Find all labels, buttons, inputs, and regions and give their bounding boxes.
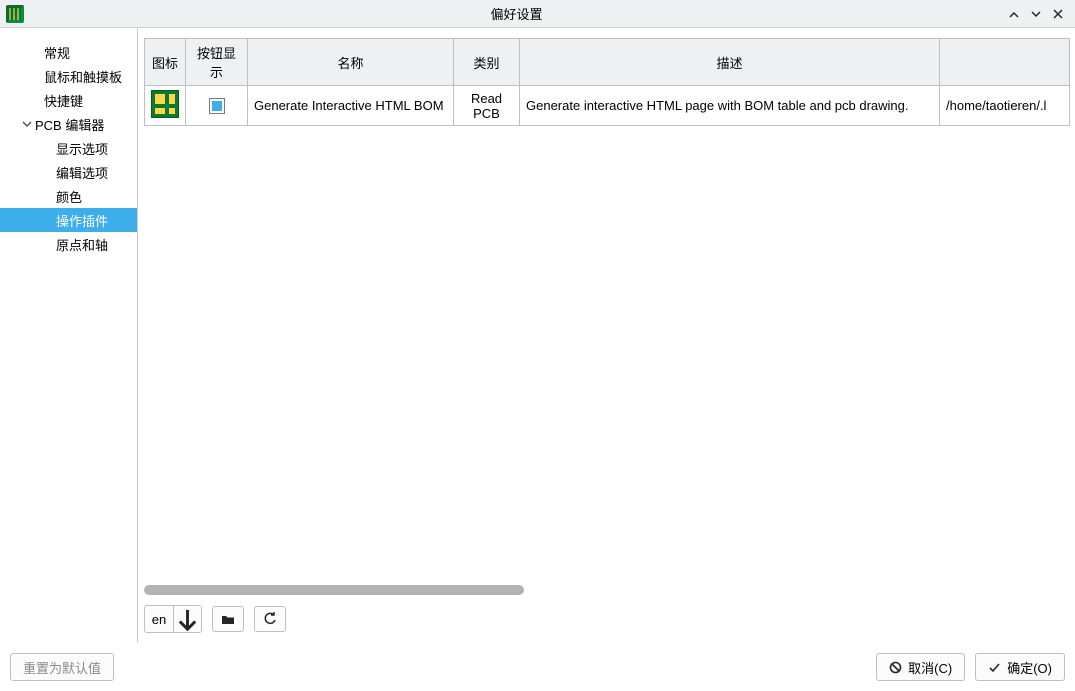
chevron-down-icon bbox=[19, 119, 35, 129]
sidebar-item-label: 鼠标和触摸板 bbox=[44, 67, 122, 86]
sidebar-item-hotkeys[interactable]: 快捷键 bbox=[0, 88, 137, 112]
col-path[interactable] bbox=[940, 39, 1070, 86]
col-category[interactable]: 类别 bbox=[454, 39, 520, 86]
sidebar-item-colors[interactable]: 颜色 bbox=[0, 184, 137, 208]
sidebar-item-action-plugins[interactable]: 操作插件 bbox=[0, 208, 137, 232]
ok-button[interactable]: 确定(O) bbox=[975, 653, 1065, 681]
right-pane: 图标 按钮显示 名称 类别 描述 Generate Interactive HT… bbox=[138, 28, 1075, 643]
cell-button-show[interactable] bbox=[186, 86, 248, 126]
window-title: 偏好设置 bbox=[30, 4, 1003, 23]
plugin-icon bbox=[151, 90, 179, 118]
plugin-toolbar: en bbox=[138, 603, 1075, 643]
button-label: 确定(O) bbox=[1007, 658, 1052, 677]
sidebar-item-edit-options[interactable]: 编辑选项 bbox=[0, 160, 137, 184]
cell-category: Read PCB bbox=[454, 86, 520, 126]
sidebar-item-label: 操作插件 bbox=[56, 211, 108, 230]
horizontal-scrollbar[interactable] bbox=[144, 583, 1069, 597]
sidebar-item-general[interactable]: 常规 bbox=[0, 40, 137, 64]
sidebar-item-label: 快捷键 bbox=[44, 91, 83, 110]
maximize-button[interactable] bbox=[1025, 3, 1047, 25]
sidebar: 常规 鼠标和触摸板 快捷键 PCB 编辑器 显示选项 编辑选项 颜色 操作插件 … bbox=[0, 28, 138, 643]
sidebar-item-label: PCB 编辑器 bbox=[35, 115, 104, 134]
scrollbar-thumb[interactable] bbox=[144, 585, 524, 595]
table-header-row: 图标 按钮显示 名称 类别 描述 bbox=[145, 39, 1070, 86]
reset-defaults-button[interactable]: 重置为默认值 bbox=[10, 653, 114, 681]
sidebar-section-pcb-editor[interactable]: PCB 编辑器 bbox=[0, 112, 137, 136]
col-icon[interactable]: 图标 bbox=[145, 39, 186, 86]
lang-button[interactable]: en bbox=[145, 606, 173, 632]
move-segment: en bbox=[144, 605, 202, 633]
checkbox-fill bbox=[212, 101, 222, 111]
cell-path: /home/taotieren/.l bbox=[940, 86, 1070, 126]
sidebar-item-label: 编辑选项 bbox=[56, 163, 108, 182]
minimize-button[interactable] bbox=[1003, 3, 1025, 25]
open-folder-button[interactable] bbox=[212, 606, 244, 632]
sidebar-item-label: 颜色 bbox=[56, 187, 82, 206]
button-label: 重置为默认值 bbox=[23, 658, 101, 677]
refresh-button[interactable] bbox=[254, 606, 286, 632]
plugin-table-wrap: 图标 按钮显示 名称 类别 描述 Generate Interactive HT… bbox=[138, 28, 1075, 583]
close-button[interactable] bbox=[1047, 3, 1069, 25]
check-icon bbox=[988, 661, 1001, 674]
cell-icon bbox=[145, 86, 186, 126]
button-label: 取消(C) bbox=[908, 658, 952, 677]
sidebar-item-mouse[interactable]: 鼠标和触摸板 bbox=[0, 64, 137, 88]
col-name[interactable]: 名称 bbox=[248, 39, 454, 86]
cell-name: Generate Interactive HTML BOM bbox=[248, 86, 454, 126]
titlebar: 偏好设置 bbox=[0, 0, 1075, 28]
cell-description: Generate interactive HTML page with BOM … bbox=[520, 86, 940, 126]
table-row[interactable]: Generate Interactive HTML BOM Read PCB G… bbox=[145, 86, 1070, 126]
cancel-button[interactable]: 取消(C) bbox=[876, 653, 965, 681]
main-area: 常规 鼠标和触摸板 快捷键 PCB 编辑器 显示选项 编辑选项 颜色 操作插件 … bbox=[0, 28, 1075, 643]
sidebar-item-label: 显示选项 bbox=[56, 139, 108, 158]
col-button-show[interactable]: 按钮显示 bbox=[186, 39, 248, 86]
sidebar-item-origin-axes[interactable]: 原点和轴 bbox=[0, 232, 137, 256]
sidebar-item-display-options[interactable]: 显示选项 bbox=[0, 136, 137, 160]
dialog-footer: 重置为默认值 取消(C) 确定(O) bbox=[0, 643, 1075, 691]
col-description[interactable]: 描述 bbox=[520, 39, 940, 86]
sidebar-item-label: 常规 bbox=[44, 43, 70, 62]
app-icon bbox=[6, 5, 24, 23]
plugin-table: 图标 按钮显示 名称 类别 描述 Generate Interactive HT… bbox=[144, 38, 1070, 126]
checkbox-show[interactable] bbox=[209, 98, 225, 114]
lang-label: en bbox=[152, 612, 166, 627]
sidebar-item-label: 原点和轴 bbox=[56, 235, 108, 254]
move-down-button[interactable] bbox=[173, 606, 201, 632]
cancel-icon bbox=[889, 661, 902, 674]
